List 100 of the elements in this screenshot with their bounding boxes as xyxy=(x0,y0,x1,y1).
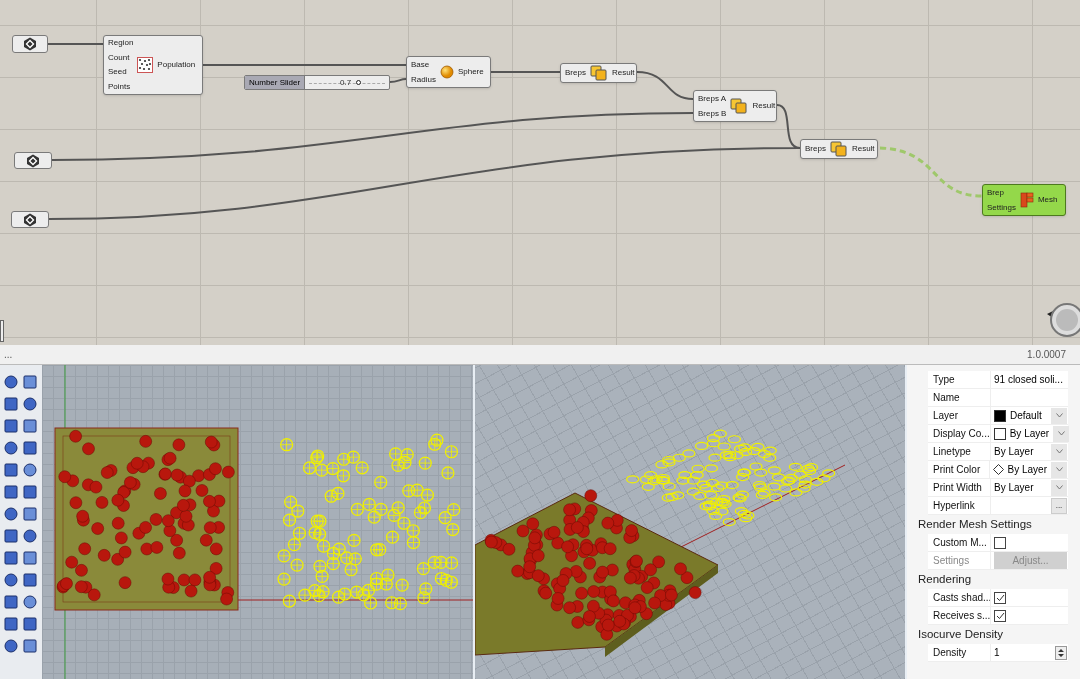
component-node[interactable]: Base Radius Sphere xyxy=(406,56,491,88)
property-value: 1 xyxy=(994,646,1001,660)
chevron-down-icon xyxy=(1055,413,1063,418)
output-label: Mesh xyxy=(1037,195,1058,205)
component-node[interactable]: Brep Settings Mesh xyxy=(982,184,1066,216)
output-label: Result xyxy=(611,68,635,78)
tool-icon[interactable] xyxy=(2,527,20,545)
overlapping-squares-icon xyxy=(589,65,608,81)
section-header: Render Mesh Settings xyxy=(918,516,1033,532)
version-label: 1.0.0007 xyxy=(1027,348,1067,362)
chevron-down-icon xyxy=(1055,449,1063,454)
tool-icon[interactable] xyxy=(21,615,39,633)
property-label: Layer xyxy=(932,409,959,423)
hexagon-icon xyxy=(23,37,37,51)
component-node[interactable]: Breps Result xyxy=(560,63,637,83)
input-label: Breps A xyxy=(698,93,727,104)
tool-icon[interactable] xyxy=(2,395,20,413)
tool-icon[interactable] xyxy=(21,417,39,435)
checkbox[interactable] xyxy=(994,591,1006,604)
scattered-dots-icon xyxy=(137,57,154,73)
tool-icon[interactable] xyxy=(21,373,39,391)
property-label: Custom M... xyxy=(932,536,988,550)
property-value: 91 closed soli... xyxy=(994,373,1063,387)
input-label: Brep xyxy=(987,187,1005,198)
property-label: Receives s... xyxy=(932,609,990,623)
canvas-edge-tab[interactable] xyxy=(0,320,4,342)
output-label: Sphere xyxy=(457,67,484,77)
property-label: Name xyxy=(932,391,961,405)
property-label: Linetype xyxy=(932,445,972,459)
tool-icon[interactable] xyxy=(21,637,39,655)
property-label: Density xyxy=(932,646,968,660)
input-label: Seed xyxy=(108,67,128,78)
section-header: Isocurve Density xyxy=(918,626,1004,642)
mesh-blocks-icon xyxy=(1019,192,1034,208)
tool-icon[interactable] xyxy=(2,615,20,633)
component-node[interactable]: Region Count Seed Points Population xyxy=(103,35,203,95)
property-label: Display Co... xyxy=(932,427,990,441)
tool-icon[interactable] xyxy=(2,593,20,611)
overlapping-squares-icon xyxy=(829,141,848,157)
sphere-icon xyxy=(439,65,454,79)
slider-track[interactable]: 0.7 xyxy=(305,76,389,89)
property-label: Hyperlink xyxy=(932,499,976,513)
top-viewport[interactable] xyxy=(42,365,473,679)
parameter-node[interactable] xyxy=(12,35,48,53)
status-text: ... xyxy=(4,348,13,362)
property-label: Casts shad... xyxy=(932,591,990,605)
up-down-arrows-icon xyxy=(1058,647,1064,658)
slider-label: Number Slider xyxy=(245,76,306,89)
parameter-node[interactable] xyxy=(11,211,49,228)
slider-value: 0.7 xyxy=(339,76,352,89)
ellipsis-button[interactable]: ... xyxy=(1051,497,1067,514)
property-label: Type xyxy=(932,373,956,387)
property-label: Settings xyxy=(932,554,971,568)
input-label: Region xyxy=(108,38,134,49)
property-label: Print Width xyxy=(932,481,983,495)
overlapping-squares-icon xyxy=(730,98,749,114)
property-value: By Layer xyxy=(994,481,1035,495)
hexagon-icon xyxy=(26,153,40,168)
tool-icon[interactable] xyxy=(2,417,20,435)
component-node[interactable]: Breps Result xyxy=(800,139,878,159)
perspective-viewport[interactable] xyxy=(475,365,905,679)
tool-icon[interactable] xyxy=(21,571,39,589)
input-label: Settings xyxy=(987,202,1016,213)
spinner-control[interactable] xyxy=(1055,645,1067,660)
property-value: Default xyxy=(1010,409,1043,423)
input-label: Points xyxy=(108,81,132,92)
chevron-down-icon xyxy=(1055,485,1063,490)
hexagon-icon xyxy=(23,212,37,227)
slider-thumb[interactable] xyxy=(355,80,361,85)
property-value: By Layer xyxy=(1009,427,1050,441)
tool-icon[interactable] xyxy=(2,549,20,567)
input-label: Radius xyxy=(411,74,436,85)
node-canvas[interactable]: Region Count Seed Points Population Number Slider 0.7 Base Radius Sphere Breps Result Breps A Breps B Result Breps Result Brep Settings Mesh xyxy=(0,0,1080,345)
checkbox[interactable] xyxy=(994,609,1006,622)
input-label: Base xyxy=(411,59,431,70)
chevron-down-icon xyxy=(1057,431,1065,436)
property-value: By Layer xyxy=(1007,463,1047,477)
navigation-ball-icon[interactable] xyxy=(1045,300,1080,340)
tool-icon[interactable] xyxy=(21,505,39,523)
number-slider[interactable]: Number Slider 0.7 xyxy=(244,75,390,90)
chevron-down-icon xyxy=(1055,467,1063,472)
diamond-icon xyxy=(992,464,1004,475)
input-label: Breps B xyxy=(698,108,727,119)
tool-icon[interactable] xyxy=(21,549,39,567)
input-label: Breps xyxy=(565,68,586,78)
parameter-node[interactable] xyxy=(14,152,52,169)
tool-icon[interactable] xyxy=(21,483,39,501)
output-label: Result xyxy=(851,144,875,154)
output-label: Population xyxy=(157,60,196,70)
component-node[interactable]: Breps A Breps B Result xyxy=(693,90,777,122)
tool-icon[interactable] xyxy=(2,461,20,479)
section-header: Rendering xyxy=(918,571,973,587)
input-label: Count xyxy=(108,52,131,63)
output-label: Result xyxy=(752,101,776,111)
checkbox[interactable] xyxy=(994,536,1006,549)
property-value: By Layer xyxy=(994,445,1035,459)
tool-icon[interactable] xyxy=(2,483,20,501)
property-label: Print Color xyxy=(932,463,982,477)
tool-icon[interactable] xyxy=(21,439,39,457)
input-label: Breps xyxy=(805,144,826,154)
